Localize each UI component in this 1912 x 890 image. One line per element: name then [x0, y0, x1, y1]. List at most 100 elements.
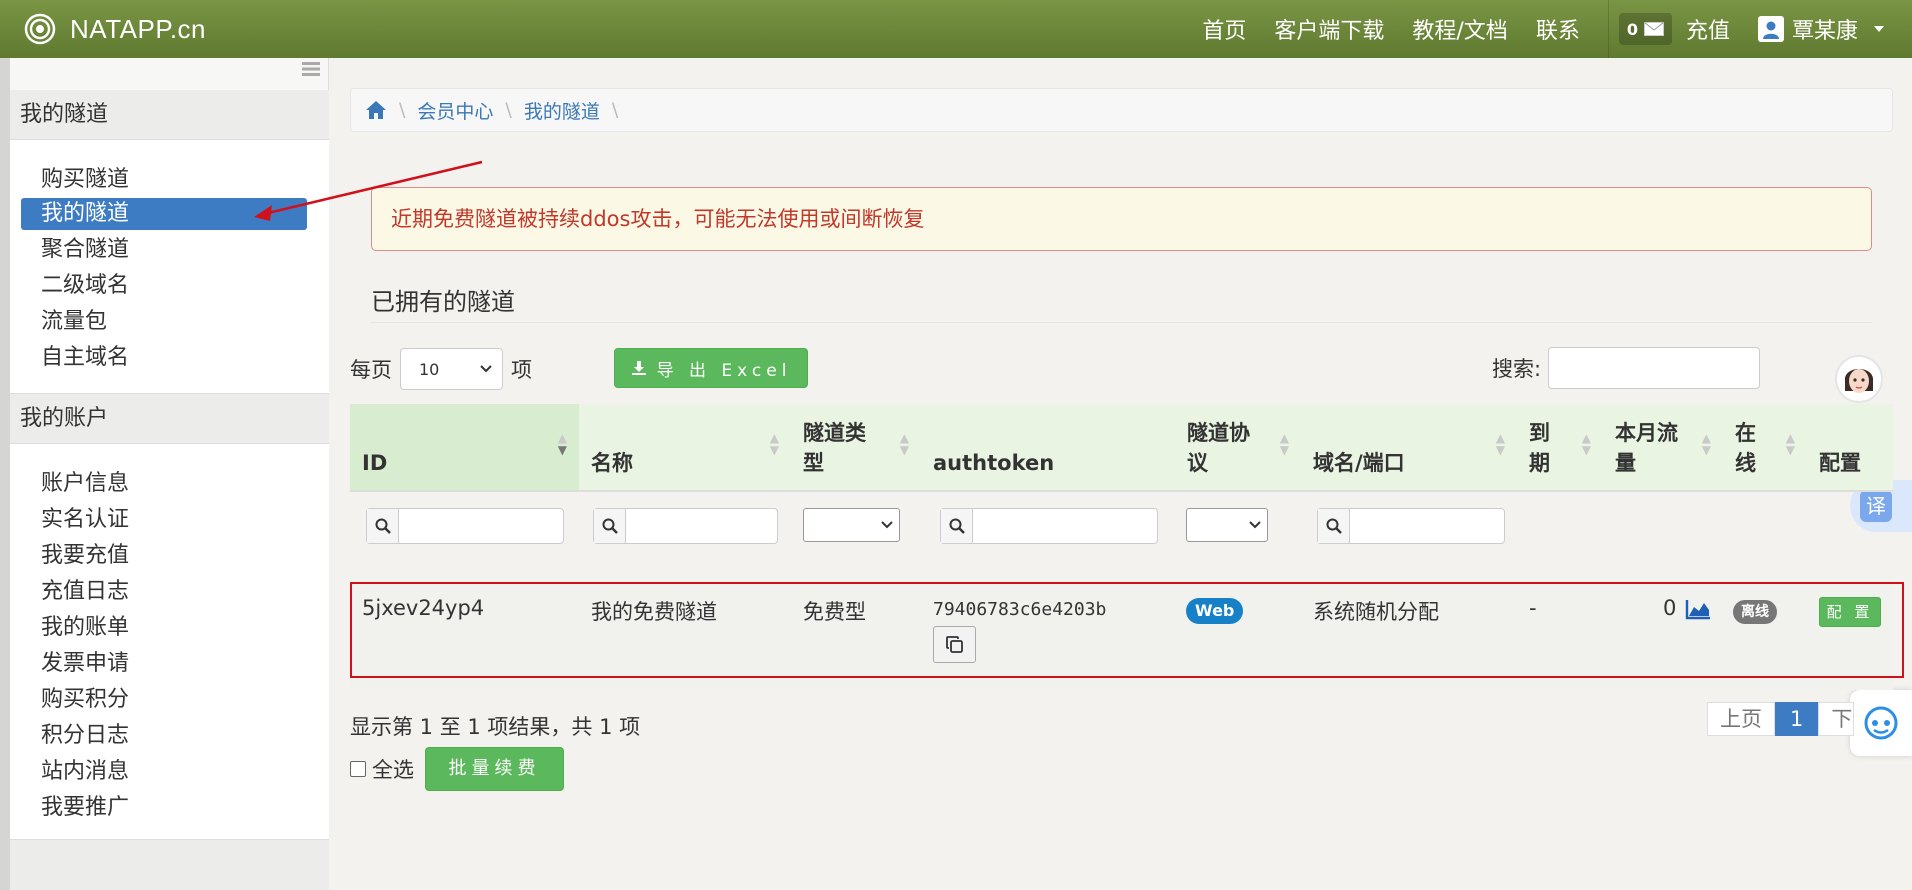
collapse-icon[interactable]: [302, 62, 320, 76]
filter-authtoken-input[interactable]: [940, 508, 1158, 544]
pagination: 上页 1 下页: [1707, 702, 1855, 736]
ddos-alert: 近期免费隧道被持续ddos攻击，可能无法使用或间断恢复: [371, 187, 1872, 251]
breadcrumb-separator: \: [399, 99, 406, 121]
column-name[interactable]: 名称 ▲ ▼: [579, 404, 791, 490]
filter-domain-input[interactable]: [1317, 508, 1505, 544]
sidebar: 我的隧道 购买隧道 我的隧道 聚合隧道 二级域名 流量包 自主域名 我的账户 账…: [0, 58, 329, 890]
sort-icon: ▲ ▼: [769, 431, 779, 457]
cell-authtoken: 79406783c6e4203b: [933, 599, 1107, 620]
home-icon[interactable]: [365, 100, 387, 120]
copy-icon: [945, 635, 963, 653]
breadcrumb: \ 会员中心 \ 我的隧道 \: [350, 88, 1893, 132]
nav-docs[interactable]: 教程/文档: [1412, 13, 1507, 45]
assistant-icon[interactable]: [1850, 690, 1912, 756]
sidebar-item-traffic-pack[interactable]: 流量包: [21, 306, 307, 338]
cell-type: 免费型: [803, 600, 866, 624]
column-domain[interactable]: 域名/端口 ▲ ▼: [1301, 404, 1517, 490]
sidebar-item-referral[interactable]: 我要推广: [21, 792, 307, 824]
brand[interactable]: NATAPP.cn: [24, 10, 206, 48]
sort-icon: ▲ ▼: [1581, 431, 1591, 457]
page-size-value: 10: [419, 359, 440, 379]
result-summary: 显示第 1 至 1 项结果，共 1 项: [350, 715, 641, 739]
sidebar-footer: [10, 840, 329, 890]
column-protocol-label: 隧道协议: [1187, 421, 1250, 475]
prev-page-button[interactable]: 上页: [1707, 702, 1775, 736]
sidebar-tunnel-menu: 购买隧道 我的隧道 聚合隧道 二级域名 流量包 自主域名: [10, 140, 329, 394]
config-button[interactable]: 配 置: [1819, 597, 1881, 627]
filter-id-input[interactable]: [366, 508, 564, 544]
next-page-button[interactable]: 下页: [1818, 702, 1855, 736]
sidebar-item-custom-domain[interactable]: 自主域名: [21, 342, 307, 374]
column-online-label: 在线: [1735, 421, 1756, 475]
filter-name-input[interactable]: [593, 508, 778, 544]
filter-type-select[interactable]: [803, 508, 900, 542]
perpage-suffix: 项: [511, 358, 532, 382]
copy-token-button[interactable]: [933, 626, 976, 663]
sort-icon: ▲ ▼: [557, 431, 567, 457]
chevron-down-icon: [881, 521, 893, 529]
sidebar-item-account-info[interactable]: 账户信息: [21, 468, 307, 500]
message-badge[interactable]: 0: [1618, 13, 1672, 45]
column-expire[interactable]: 到期 ▲ ▼: [1517, 404, 1603, 490]
column-online[interactable]: 在线 ▲ ▼: [1723, 404, 1807, 490]
sidebar-item-points-log[interactable]: 积分日志: [21, 720, 307, 752]
tunnel-table: ID ▲ ▼ 名称 ▲ ▼ 隧道类型 ▲ ▼ authtoken 隧道协议 ▲ ▼ 域名…: [350, 404, 1904, 690]
sidebar-item-recharge[interactable]: 我要充值: [21, 540, 307, 572]
user-menu[interactable]: 覃某康: [1757, 13, 1884, 45]
select-all[interactable]: 全选: [350, 754, 414, 784]
nav-recharge[interactable]: 充值: [1686, 13, 1730, 45]
column-authtoken-label: authtoken: [933, 450, 1055, 475]
logo-icon: [24, 13, 56, 45]
column-traffic[interactable]: 本月流量 ▲ ▼: [1603, 404, 1723, 490]
sidebar-item-my-tunnels[interactable]: 我的隧道: [21, 198, 307, 230]
sidebar-account-menu: 账户信息 实名认证 我要充值 充值日志 我的账单 发票申请 购买积分 积分日志 …: [10, 444, 329, 840]
chevron-down-icon: [480, 365, 492, 373]
filter-protocol-select[interactable]: [1186, 508, 1268, 542]
user-name: 覃某康: [1791, 19, 1858, 44]
nav-home[interactable]: 首页: [1202, 13, 1246, 45]
sidebar-strip: [0, 58, 10, 890]
breadcrumb-separator: \: [611, 99, 619, 121]
online-status-badge: 离线: [1733, 600, 1777, 624]
export-label: 导 出 Excel: [656, 360, 792, 381]
column-id[interactable]: ID ▲ ▼: [350, 404, 579, 490]
protocol-badge: Web: [1186, 598, 1244, 624]
batch-renew-button[interactable]: 批量续费: [425, 747, 564, 791]
column-config: 配置: [1807, 404, 1893, 490]
sidebar-group-tunnels[interactable]: 我的隧道: [10, 90, 329, 140]
assistant-avatar[interactable]: [1835, 355, 1883, 403]
breadcrumb-separator: \: [505, 99, 512, 121]
filter-row: [350, 490, 1893, 556]
breadcrumb-my-tunnels[interactable]: 我的隧道: [524, 97, 600, 124]
sidebar-item-verification[interactable]: 实名认证: [21, 504, 307, 536]
sidebar-item-messages[interactable]: 站内消息: [21, 756, 307, 788]
sidebar-item-bills[interactable]: 我的账单: [21, 612, 307, 644]
sidebar-item-recharge-log[interactable]: 充值日志: [21, 576, 307, 608]
top-navbar: NATAPP.cn 首页 客户端下载 教程/文档 联系 0 充值 覃某康: [0, 0, 1912, 58]
nav-divider: [1607, 0, 1609, 58]
cell-traffic: 0: [1663, 596, 1677, 620]
nav-contact[interactable]: 联系: [1536, 13, 1580, 45]
export-excel-button[interactable]: 导 出 Excel: [614, 348, 808, 388]
caret-down-icon: [1874, 26, 1884, 32]
cell-id: 5jxev24yp4: [362, 596, 485, 620]
page-1-button[interactable]: 1: [1775, 702, 1819, 736]
column-type[interactable]: 隧道类型 ▲ ▼: [791, 404, 921, 490]
sidebar-item-invoice[interactable]: 发票申请: [21, 648, 307, 680]
breadcrumb-member-center[interactable]: 会员中心: [417, 97, 493, 124]
page-size-select[interactable]: 10: [400, 348, 503, 390]
column-domain-label: 域名/端口: [1313, 450, 1405, 475]
search-input[interactable]: [1548, 347, 1760, 389]
nav-download[interactable]: 客户端下载: [1274, 13, 1384, 45]
area-chart-icon[interactable]: [1685, 598, 1711, 620]
column-protocol[interactable]: 隧道协议 ▲ ▼: [1175, 404, 1301, 490]
nav-links: 首页 客户端下载 教程/文档 联系 0 充值 覃某康: [1202, 0, 1912, 58]
column-id-label: ID: [362, 450, 388, 475]
sidebar-group-account[interactable]: 我的账户: [10, 394, 329, 444]
sidebar-item-buy-tunnel[interactable]: 购买隧道: [21, 164, 307, 196]
sidebar-item-buy-points[interactable]: 购买积分: [21, 684, 307, 716]
search-icon: [594, 509, 626, 543]
select-all-checkbox[interactable]: [350, 761, 366, 777]
sidebar-item-subdomain[interactable]: 二级域名: [21, 270, 307, 302]
sidebar-item-aggregate-tunnel[interactable]: 聚合隧道: [21, 234, 307, 266]
